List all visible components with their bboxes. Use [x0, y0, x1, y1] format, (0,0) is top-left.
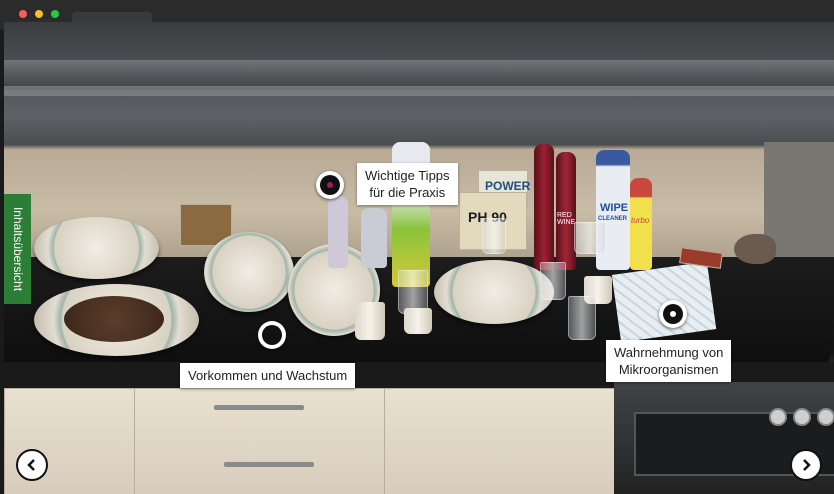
glass: [540, 262, 566, 300]
wine-glass: [482, 218, 506, 254]
label-line: Vorkommen und Wachstum: [188, 368, 348, 383]
window-minimize-button[interactable]: [35, 10, 43, 18]
cup: [355, 302, 385, 340]
mouse-figure: [734, 234, 776, 264]
drawer-front: [134, 388, 386, 494]
next-button[interactable]: [790, 449, 822, 481]
label-line: Wahrnehmung von: [614, 345, 724, 360]
cup: [404, 308, 432, 334]
cabinet-door: [384, 388, 616, 494]
plate-stack: [34, 217, 159, 279]
window-close-button[interactable]: [19, 10, 27, 18]
chevron-left-icon: [27, 459, 35, 471]
label-line: für die Praxis: [369, 185, 446, 200]
wipe-label: WIPE: [600, 202, 629, 214]
hotspot-growth-label[interactable]: Vorkommen und Wachstum: [180, 363, 356, 388]
label-line: Wichtige Tipps: [365, 168, 450, 183]
window-maximize-button[interactable]: [51, 10, 59, 18]
wine-glass: [574, 222, 606, 254]
oven-knob: [769, 408, 787, 426]
drawer-handle: [224, 462, 314, 467]
sidebar-tab-content-overview[interactable]: Inhaltsübersicht: [4, 194, 31, 304]
previous-button[interactable]: [16, 449, 48, 481]
hotspot-growth[interactable]: [258, 321, 286, 349]
turbo-label: turbo: [631, 216, 650, 225]
hotspot-perception[interactable]: [659, 300, 687, 328]
hood-edge: [4, 86, 834, 96]
chevron-right-icon: [803, 459, 811, 471]
turbo-bottle: turbo: [630, 178, 652, 270]
cleaner-bottle: [361, 208, 387, 268]
plate: [434, 260, 554, 324]
hotspot-tips[interactable]: [316, 171, 344, 199]
drawer-handle: [214, 405, 304, 410]
sidebar-tab-label: Inhaltsübersicht: [10, 206, 25, 292]
spray-bottle: [328, 196, 348, 268]
hotspot-tips-label[interactable]: Wichtige Tipps für die Praxis: [357, 163, 458, 205]
food-remains: [64, 296, 164, 342]
wine-bottle: RED WINE: [556, 152, 576, 270]
wine-bottle: [534, 144, 554, 270]
label-line: Mikroorganismen: [618, 362, 719, 377]
kitchen-scene: POWER PH 90 RED WINE WIPE CLEANER turbo: [4, 22, 834, 494]
power-label: POWER: [485, 179, 531, 193]
hotspot-tips-core: [327, 182, 333, 188]
oven-knob: [817, 408, 834, 426]
hotspot-perception-core: [670, 311, 676, 317]
oven-knob: [793, 408, 811, 426]
glass: [568, 296, 596, 340]
hotspot-perception-label[interactable]: Wahrnehmung von Mikroorganismen: [606, 340, 732, 382]
bowl-stack: [204, 232, 294, 312]
